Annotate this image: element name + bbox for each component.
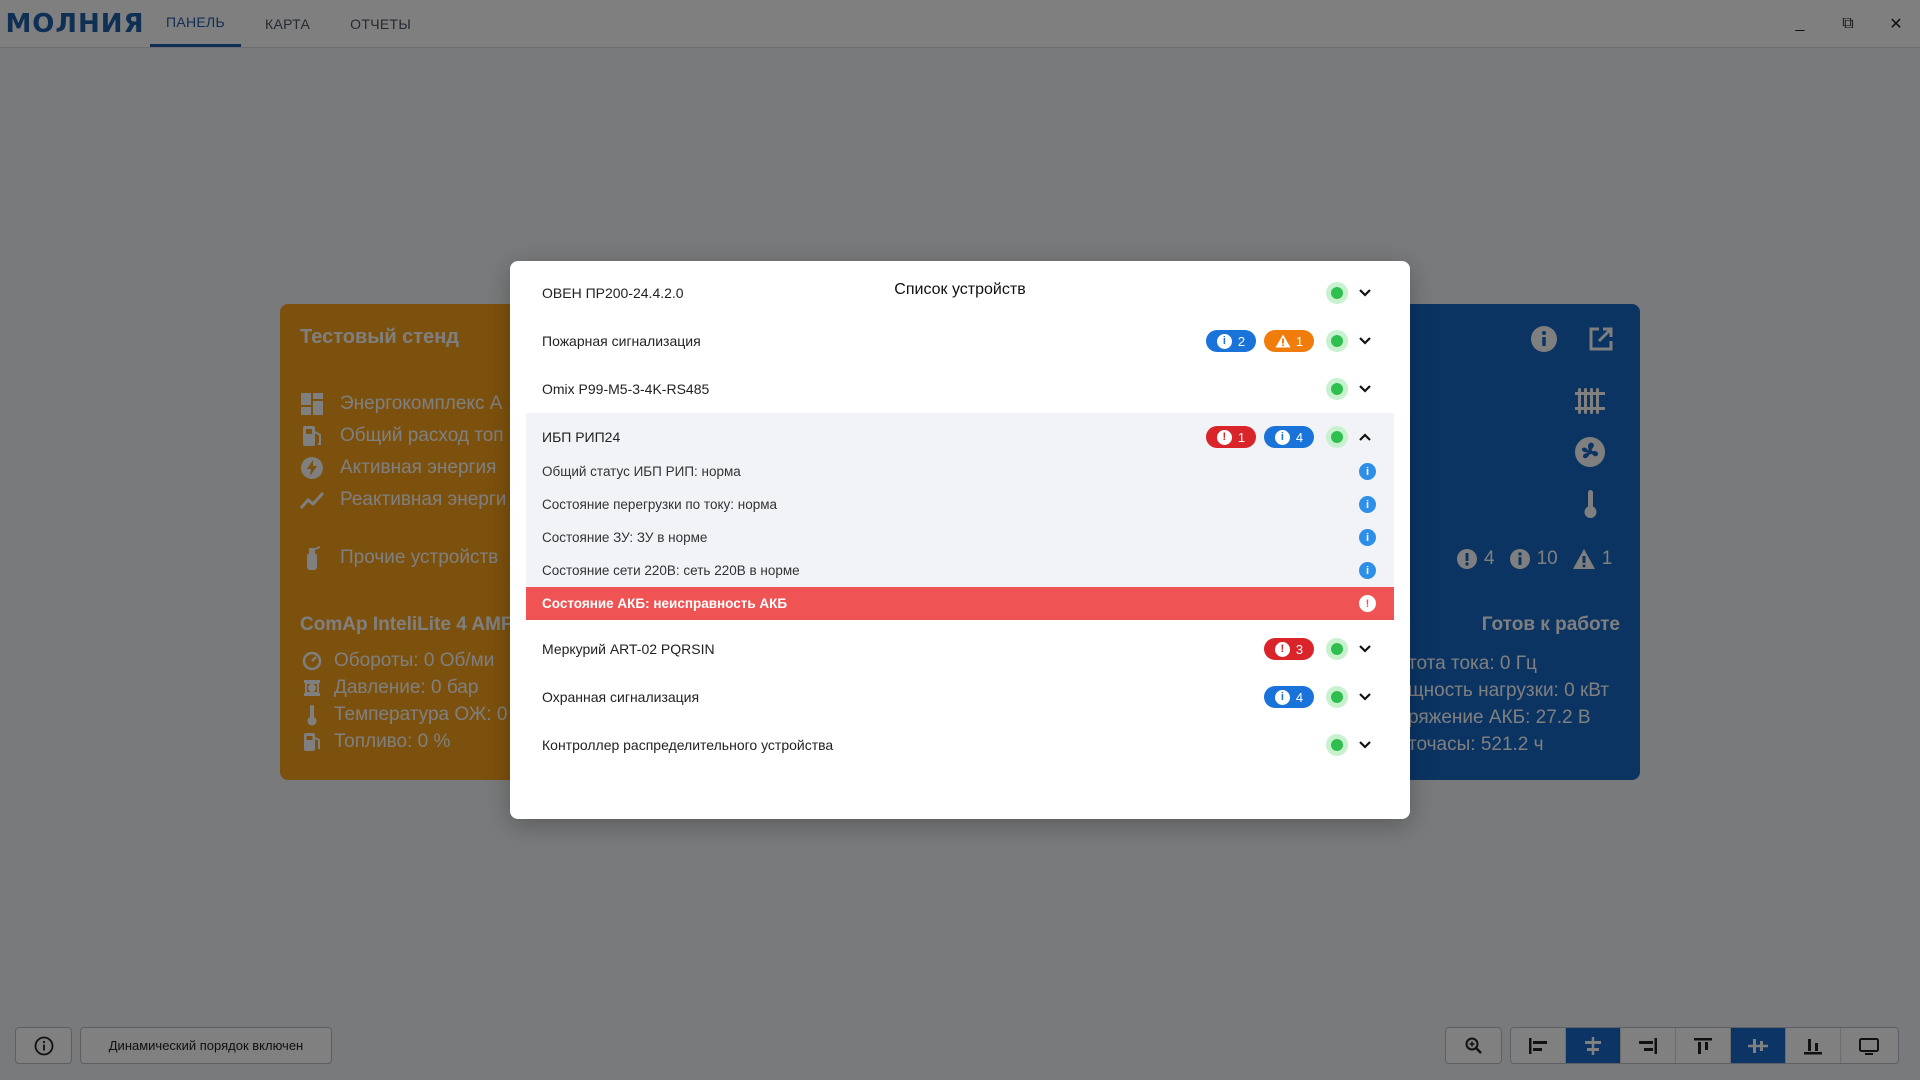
error-badge: ! 3 <box>1264 638 1314 660</box>
info-icon: i <box>1274 429 1290 445</box>
event-row: Состояние ЗУ: ЗУ в норме i <box>526 521 1394 554</box>
device-name: Охранная сигнализация <box>542 689 700 705</box>
info-icon: i <box>1216 333 1232 349</box>
device-row-security-alarm[interactable]: Охранная сигнализация i4 <box>526 673 1394 721</box>
device-name: Omix P99-M5-3-4K-RS485 <box>542 381 710 397</box>
info-icon: i <box>1359 463 1376 480</box>
error-badge: ! 1 <box>1206 426 1256 448</box>
event-row: Общий статус ИБП РИП: норма i <box>526 455 1394 488</box>
info-icon: i <box>1359 562 1376 579</box>
info-badge: i4 <box>1264 686 1314 708</box>
status-ok-icon <box>1326 282 1348 304</box>
chevron-down-icon[interactable] <box>1354 734 1376 756</box>
info-icon: i <box>1274 689 1290 705</box>
device-row-fire-alarm[interactable]: Пожарная сигнализация i2 1 <box>526 317 1394 365</box>
event-row: Состояние сети 220В: сеть 220В в норме i <box>526 554 1394 587</box>
info-badge: i4 <box>1264 426 1314 448</box>
chevron-down-icon[interactable] <box>1354 378 1376 400</box>
chevron-down-icon[interactable] <box>1354 686 1376 708</box>
device-row-switchgear-controller[interactable]: Контроллер распределительного устройства <box>526 721 1394 769</box>
warning-badge: 1 <box>1264 330 1314 352</box>
status-ok-icon <box>1326 426 1348 448</box>
event-text: Состояние сети 220В: сеть 220В в норме <box>542 563 800 578</box>
event-row-error: Состояние АКБ: неисправность АКБ ! <box>526 587 1394 620</box>
event-text: Общий статус ИБП РИП: норма <box>542 464 741 479</box>
info-icon: i <box>1359 496 1376 513</box>
device-name: Контроллер распределительного устройства <box>542 737 834 753</box>
info-icon: i <box>1359 529 1376 546</box>
device-row-ups[interactable]: ИБП РИП24 ! 1 i4 <box>526 413 1394 461</box>
device-row-mercury[interactable]: Меркурий ART-02 PQRSIN ! 3 <box>526 625 1394 673</box>
chevron-up-icon[interactable] <box>1354 426 1376 448</box>
event-text: Состояние перегрузки по току: норма <box>542 497 778 512</box>
device-row-omix[interactable]: Omix P99-M5-3-4K-RS485 <box>526 365 1394 413</box>
status-ok-icon <box>1326 330 1348 352</box>
error-icon: ! <box>1216 429 1232 445</box>
warning-icon <box>1275 334 1291 348</box>
event-text: Состояние АКБ: неисправность АКБ <box>542 596 788 611</box>
device-name: Пожарная сигнализация <box>542 333 701 349</box>
device-name: Меркурий ART-02 PQRSIN <box>542 641 715 657</box>
chevron-down-icon[interactable] <box>1354 638 1376 660</box>
event-row: Состояние перегрузки по току: норма i <box>526 488 1394 521</box>
status-ok-icon <box>1326 686 1348 708</box>
device-list-modal: Список устройств ОВЕН ПР200-24.4.2.0 Пож… <box>510 261 1410 819</box>
device-name: ОВЕН ПР200-24.4.2.0 <box>542 285 684 301</box>
device-row-oven[interactable]: ОВЕН ПР200-24.4.2.0 <box>526 269 1394 317</box>
status-ok-icon <box>1326 734 1348 756</box>
error-icon: ! <box>1274 641 1290 657</box>
chevron-down-icon[interactable] <box>1354 330 1376 352</box>
event-text: Состояние ЗУ: ЗУ в норме <box>542 530 708 545</box>
device-name: ИБП РИП24 <box>542 429 621 445</box>
chevron-down-icon[interactable] <box>1354 282 1376 304</box>
status-ok-icon <box>1326 378 1348 400</box>
status-ok-icon <box>1326 638 1348 660</box>
info-badge: i2 <box>1206 330 1256 352</box>
error-icon: ! <box>1359 595 1376 612</box>
